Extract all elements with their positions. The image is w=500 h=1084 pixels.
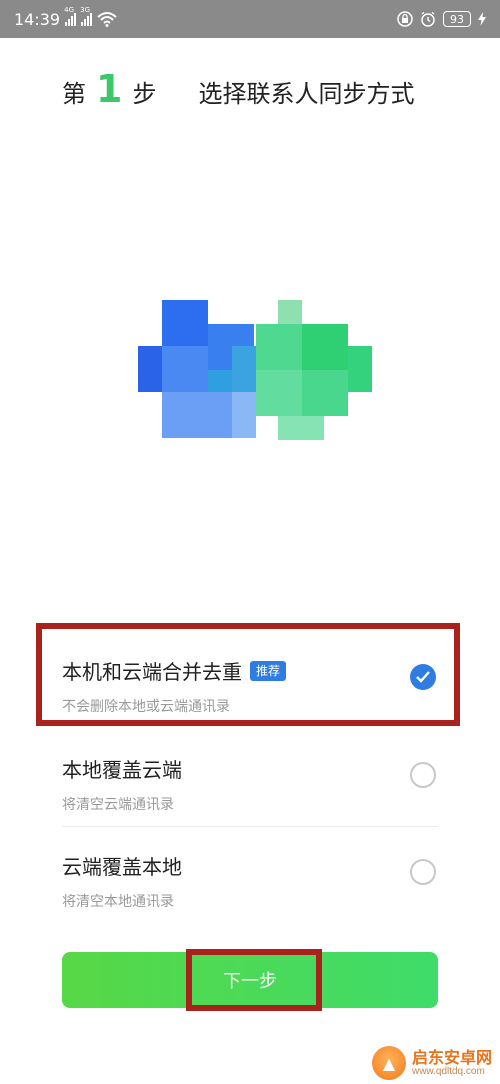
watermark-logo-icon: ▲ <box>371 1046 406 1080</box>
step-number: 1 <box>96 67 123 111</box>
alarm-icon <box>421 11 435 27</box>
step-suffix: 步 <box>132 80 157 108</box>
watermark-url: www.qdltdq.com <box>411 1066 485 1078</box>
signal-icon: 4G <box>64 6 77 26</box>
option-local-overwrite-cloud[interactable]: 本地覆盖云端 将清空云端通讯录 <box>62 754 440 844</box>
sim1-network-label: 4G <box>64 6 74 14</box>
lock-icon <box>397 11 413 27</box>
status-left: 14:39 4G 3G <box>14 6 117 29</box>
radio-unchecked-icon[interactable] <box>410 762 436 788</box>
option-subtitle: 将清空云端通讯录 <box>62 797 174 813</box>
status-time: 14:39 <box>14 9 61 29</box>
radio-unchecked-icon[interactable] <box>410 859 436 885</box>
watermark: ▲ 启东安卓网 www.qdltdq.com <box>371 1046 492 1080</box>
battery-level: 93 <box>450 12 464 26</box>
charging-icon <box>478 12 486 26</box>
watermark-text: 启东安卓网 www.qdltdq.com <box>412 1049 492 1078</box>
watermark-name: 启东安卓网 <box>411 1047 492 1067</box>
option-title: 云端覆盖本地 <box>62 851 182 880</box>
option-title: 本地覆盖云端 <box>62 754 182 783</box>
sim2-network-label: 3G <box>80 6 90 14</box>
step-prefix: 第 <box>62 80 86 108</box>
highlight-annotation <box>36 623 460 726</box>
page-title: 选择联系人同步方式 <box>198 80 415 108</box>
signal-icon: 3G <box>80 6 93 26</box>
status-bar: 14:39 4G 3G 93 <box>0 0 500 38</box>
option-cloud-overwrite-local[interactable]: 云端覆盖本地 将清空本地通讯录 <box>62 851 440 941</box>
battery-icon: 93 <box>443 11 471 27</box>
wifi-icon <box>97 12 117 27</box>
divider <box>62 826 438 827</box>
blue-pixel-shape <box>138 300 256 438</box>
button-highlight-annotation <box>186 949 322 1011</box>
option-subtitle: 将清空本地通讯录 <box>62 894 174 910</box>
option-title-text: 云端覆盖本地 <box>62 855 182 879</box>
step-header: 第 1 步 选择联系人同步方式 <box>62 70 462 109</box>
sync-illustration <box>138 300 372 440</box>
green-pixel-shape <box>256 300 372 440</box>
option-title-text: 本地覆盖云端 <box>62 758 182 782</box>
status-right: 93 <box>397 11 486 27</box>
